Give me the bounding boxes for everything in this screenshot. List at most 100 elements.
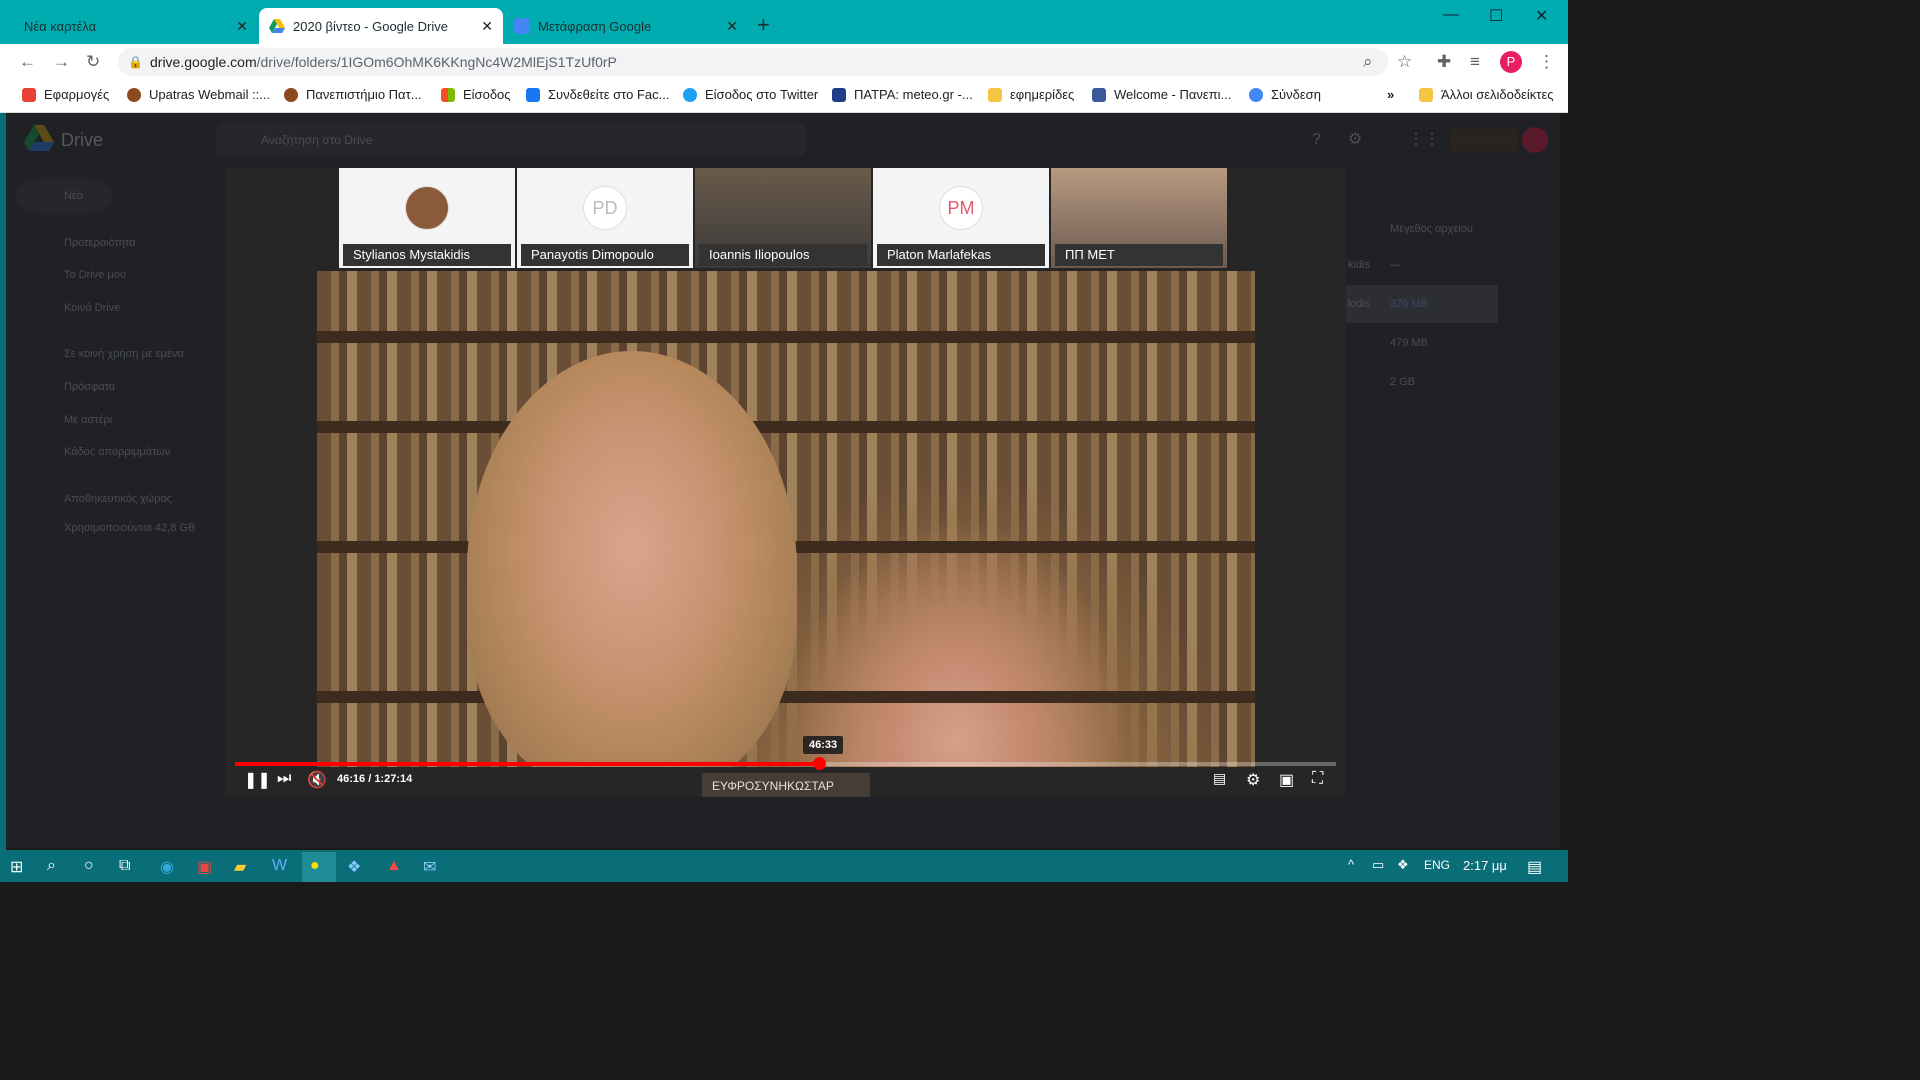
progress-fill	[235, 762, 819, 766]
bookmark-login[interactable]: Είσοδος	[441, 87, 511, 102]
nav-storage[interactable]: Αποθηκευτικός χώρος	[64, 493, 172, 505]
bookmarks-overflow[interactable]: »	[1387, 87, 1394, 102]
dropbox-icon[interactable]: ❖	[347, 857, 361, 877]
tab-google-drive[interactable]: 2020 βίντεο - Google Drive ✕	[259, 8, 503, 44]
extensions-icon[interactable]: ✚	[1437, 52, 1451, 72]
mail-icon[interactable]: ✉	[423, 857, 436, 877]
speaker-name-banner: ΕΥΦΡΟΣΥΝΗΚΩΣΤΑΡ	[702, 773, 870, 797]
window-close-icon[interactable]: ✕	[1535, 6, 1548, 26]
participant-tile[interactable]: Stylianos Mystakidis	[339, 168, 515, 268]
taskbar-clock[interactable]: 2:17 μμ	[1463, 858, 1507, 873]
col-header-size[interactable]: Μέγεθος αρχείου	[1390, 223, 1473, 235]
next-icon[interactable]: ⏭	[277, 770, 291, 788]
subtitles-icon[interactable]: ▤	[1213, 770, 1226, 787]
url-domain: drive.google.com	[150, 54, 257, 70]
bookmark-newspapers[interactable]: εφημερίδες	[988, 87, 1074, 102]
bookmark-welcome[interactable]: Welcome - Πανεπι...	[1092, 87, 1231, 102]
google-translate-icon	[514, 18, 530, 34]
profile-avatar[interactable]: P	[1500, 51, 1522, 73]
settings-icon[interactable]: ⚙	[1348, 129, 1362, 149]
participant-name: Stylianos Mystakidis	[343, 244, 511, 266]
drive-search-placeholder: Αναζήτηση στο Drive	[261, 133, 373, 147]
zoom-icon[interactable]: ⌕	[1363, 52, 1373, 72]
bookmark-signin[interactable]: Σύνδεση	[1249, 87, 1321, 102]
bookmark-label: Συνδεθείτε στο Fac...	[548, 87, 670, 102]
back-icon[interactable]: ←	[19, 52, 36, 72]
nav-priority[interactable]: Προτεραιότητα	[64, 237, 135, 249]
participant-name: Panayotis Dimopoulo	[521, 244, 689, 266]
edge-icon[interactable]: ◉	[160, 857, 174, 877]
nav-starred[interactable]: Με αστέρι	[64, 414, 112, 426]
search-icon[interactable]: ⌕	[47, 857, 56, 875]
upatras-icon	[127, 87, 141, 102]
file-explorer-icon[interactable]: ▰	[234, 857, 246, 877]
bookmark-twitter[interactable]: Είσοδος στο Twitter	[683, 87, 818, 102]
task-view-icon[interactable]: ⧉	[119, 857, 130, 875]
nav-shared-with-me[interactable]: Σε κοινή χρήση με εμένα	[64, 348, 184, 360]
main-video-feed[interactable]	[317, 271, 1255, 767]
reload-icon[interactable]: ↻	[86, 52, 100, 72]
bookmark-label: Πανεπιστήμιο Πατ...	[306, 87, 422, 102]
nav-recent[interactable]: Πρόσφατα	[64, 381, 115, 393]
app-icon[interactable]: ▣	[197, 857, 212, 877]
close-icon[interactable]: ✕	[726, 18, 738, 35]
participant-tile[interactable]: PM Platon Marlafekas	[873, 168, 1049, 268]
bookmark-meteo[interactable]: ΠΑΤΡΑ: meteo.gr -...	[832, 87, 973, 102]
seek-tooltip: 46:33	[803, 736, 844, 754]
help-icon[interactable]: ?	[1312, 131, 1321, 149]
participant-strip: Stylianos Mystakidis PD Panayotis Dimopo…	[339, 168, 1229, 268]
muted-volume-icon[interactable]: 🔇	[307, 770, 327, 790]
minimize-icon[interactable]: —	[1443, 6, 1459, 24]
bookmark-label: Εφαρμογές	[44, 87, 110, 102]
notifications-icon[interactable]: ▤	[1527, 857, 1542, 877]
cortana-icon[interactable]: ○	[84, 857, 94, 875]
participant-tile[interactable]: PD Panayotis Dimopoulo	[517, 168, 693, 268]
url-text[interactable]: drive.google.com/drive/folders/1IGOm6OhM…	[150, 54, 617, 70]
participant-tile[interactable]: Ioannis Iliopoulos	[695, 168, 871, 268]
drive-logo-icon	[24, 125, 54, 151]
twitter-icon	[683, 87, 697, 102]
battery-icon[interactable]: ▭	[1372, 857, 1384, 873]
menu-icon[interactable]: ⋮	[1538, 52, 1555, 72]
nav-shared-drives[interactable]: Κοινά Drive	[64, 302, 120, 314]
acrobat-icon[interactable]: ▲	[386, 857, 402, 875]
windows-start-icon[interactable]: ⊞	[10, 857, 23, 877]
close-icon[interactable]: ✕	[236, 18, 248, 35]
pause-icon[interactable]: ❚❚	[244, 770, 271, 790]
chevron-up-icon[interactable]: ^	[1348, 857, 1354, 872]
dropbox-tray-icon[interactable]: ❖	[1397, 857, 1409, 873]
tab-new-tab[interactable]: Νέα καρτέλα ✕	[14, 8, 258, 44]
org-logo	[1450, 129, 1518, 151]
time-total: 1:27:14	[374, 773, 413, 785]
scrubber-handle[interactable]	[812, 757, 826, 770]
apps-grid-icon[interactable]: ⋮⋮	[1408, 129, 1440, 149]
bookmark-label: Είσοδος στο Twitter	[705, 87, 819, 102]
google-drive-icon	[269, 19, 285, 33]
avatar	[405, 186, 449, 230]
nav-trash[interactable]: Κάδος απορριμμάτων	[64, 446, 170, 458]
bookmark-university[interactable]: Πανεπιστήμιο Πατ...	[284, 87, 422, 102]
miniplayer-icon[interactable]: ▣	[1279, 770, 1294, 790]
bookmark-facebook[interactable]: Συνδεθείτε στο Fac...	[526, 87, 669, 102]
participant-tile[interactable]: ΠΠ ΜΕΤ	[1051, 168, 1227, 268]
fullscreen-icon[interactable]: ⛶	[1312, 770, 1323, 788]
new-tab-button[interactable]: +	[757, 12, 770, 38]
drive-avatar[interactable]	[1522, 127, 1548, 153]
media-icon[interactable]: ≡	[1470, 52, 1480, 72]
folder-icon	[988, 87, 1002, 102]
close-icon[interactable]: ✕	[481, 18, 493, 35]
star-icon[interactable]: ☆	[1397, 52, 1412, 72]
settings-icon[interactable]: ⚙	[1246, 770, 1260, 790]
tab-google-translate[interactable]: Μετάφραση Google ✕	[504, 8, 748, 44]
bookmark-webmail[interactable]: Upatras Webmail ::...	[127, 87, 270, 102]
bookmark-label: εφημερίδες	[1010, 87, 1075, 102]
chrome-icon: ●	[310, 857, 320, 874]
other-bookmarks[interactable]: Άλλοι σελιδοδείκτες	[1419, 87, 1554, 102]
language-indicator[interactable]: ENG	[1424, 858, 1450, 872]
bookshelf	[317, 421, 1255, 433]
maximize-icon[interactable]: ☐	[1489, 6, 1503, 26]
forward-icon[interactable]: →	[53, 52, 70, 72]
word-icon[interactable]: W	[272, 857, 287, 875]
nav-my-drive[interactable]: Το Drive μου	[64, 269, 126, 281]
bookmark-apps[interactable]: Εφαρμογές	[22, 87, 109, 102]
